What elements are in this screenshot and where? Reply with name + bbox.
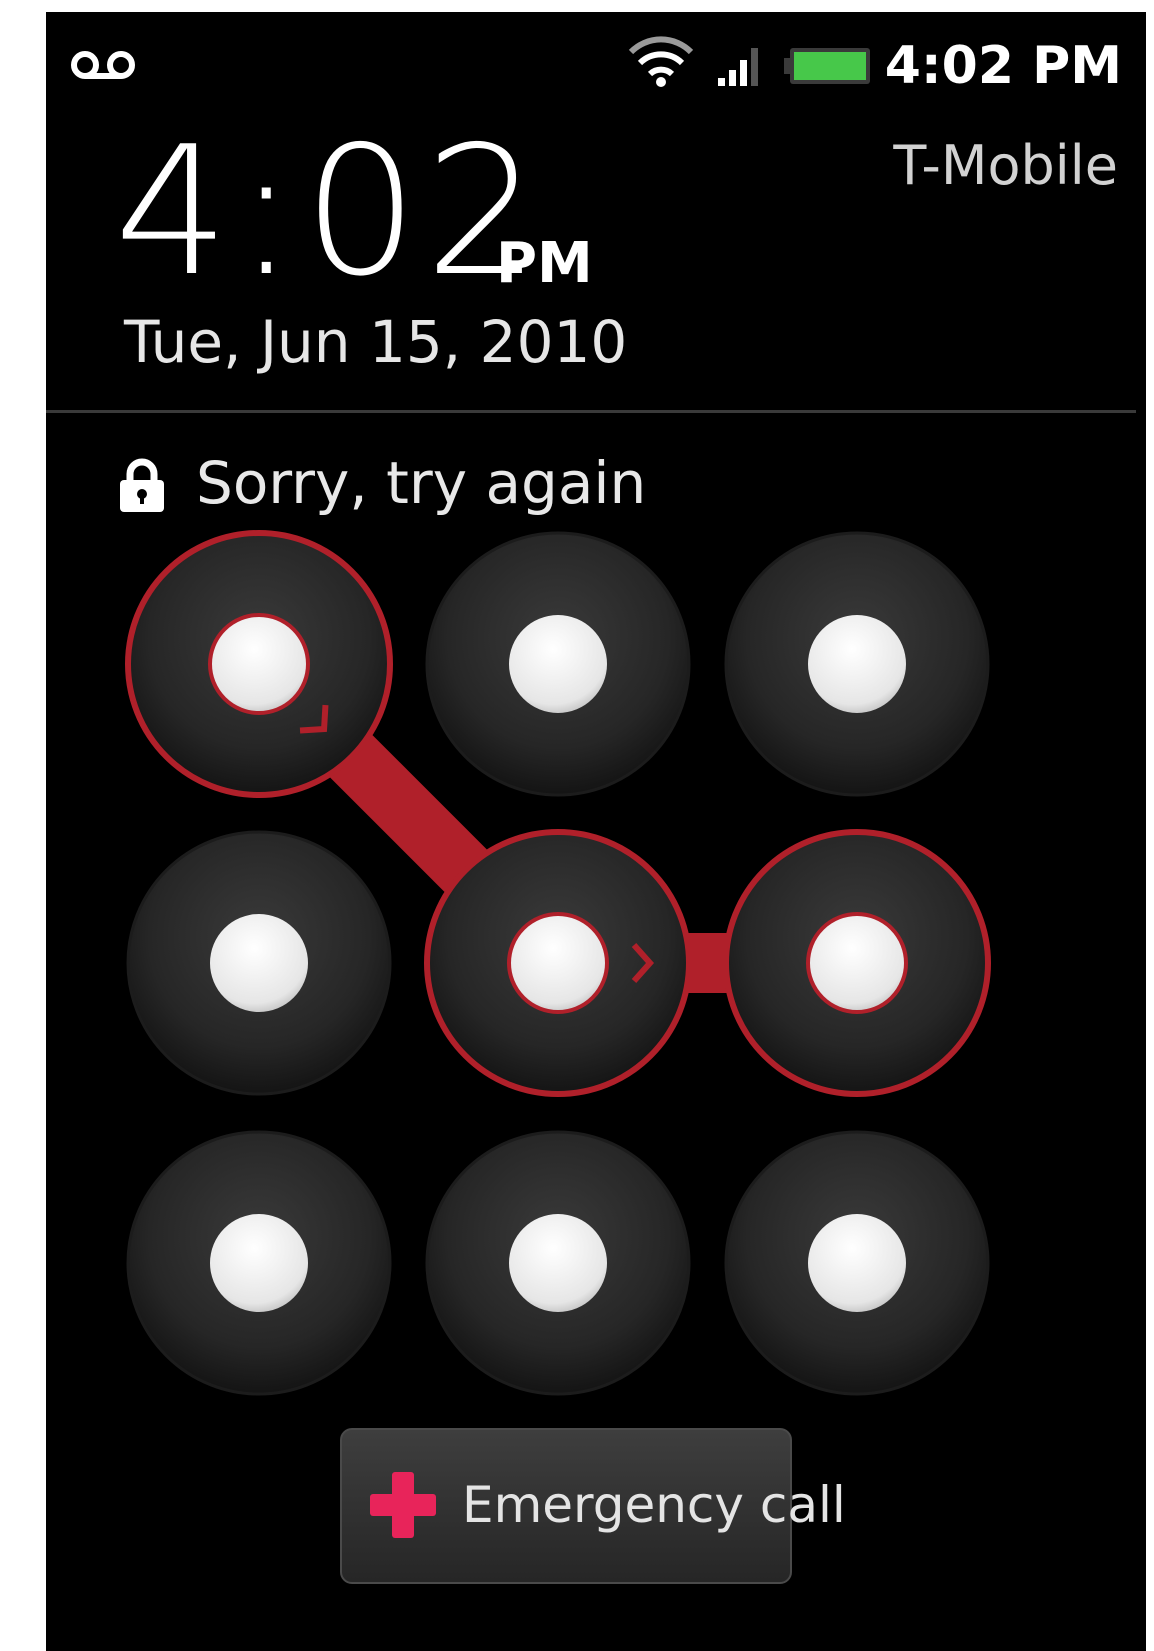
pattern-dot-center [509,1214,607,1312]
pattern-dot-center [808,1214,906,1312]
pattern-dot-6[interactable] [723,829,991,1097]
pattern-dot-center [509,615,607,713]
pattern-dot-7[interactable] [126,1130,392,1396]
pattern-dot-center [210,914,308,1012]
emergency-call-button[interactable]: Emergency call [340,1428,846,1584]
pattern-dot-4[interactable] [126,830,392,1096]
pattern-dot-center [507,912,609,1014]
unlock-pattern[interactable] [46,12,1146,1651]
pattern-dot-8[interactable] [425,1130,691,1396]
red-cross-icon [370,1472,436,1538]
pattern-dot-center [806,912,908,1014]
pattern-dot-2[interactable] [425,531,691,797]
pattern-dot-9[interactable] [724,1130,990,1396]
pattern-dot-center [808,615,906,713]
pattern-dot-3[interactable] [724,531,990,797]
pattern-dot-center [210,1214,308,1312]
emergency-call-label: Emergency call [462,1476,846,1534]
lock-screen: 4:02 PM T-Mobile 4:02 PM Tue, Jun 15, 20… [46,12,1146,1651]
pattern-dot-center [208,613,310,715]
pattern-dot-1[interactable] [125,530,393,798]
